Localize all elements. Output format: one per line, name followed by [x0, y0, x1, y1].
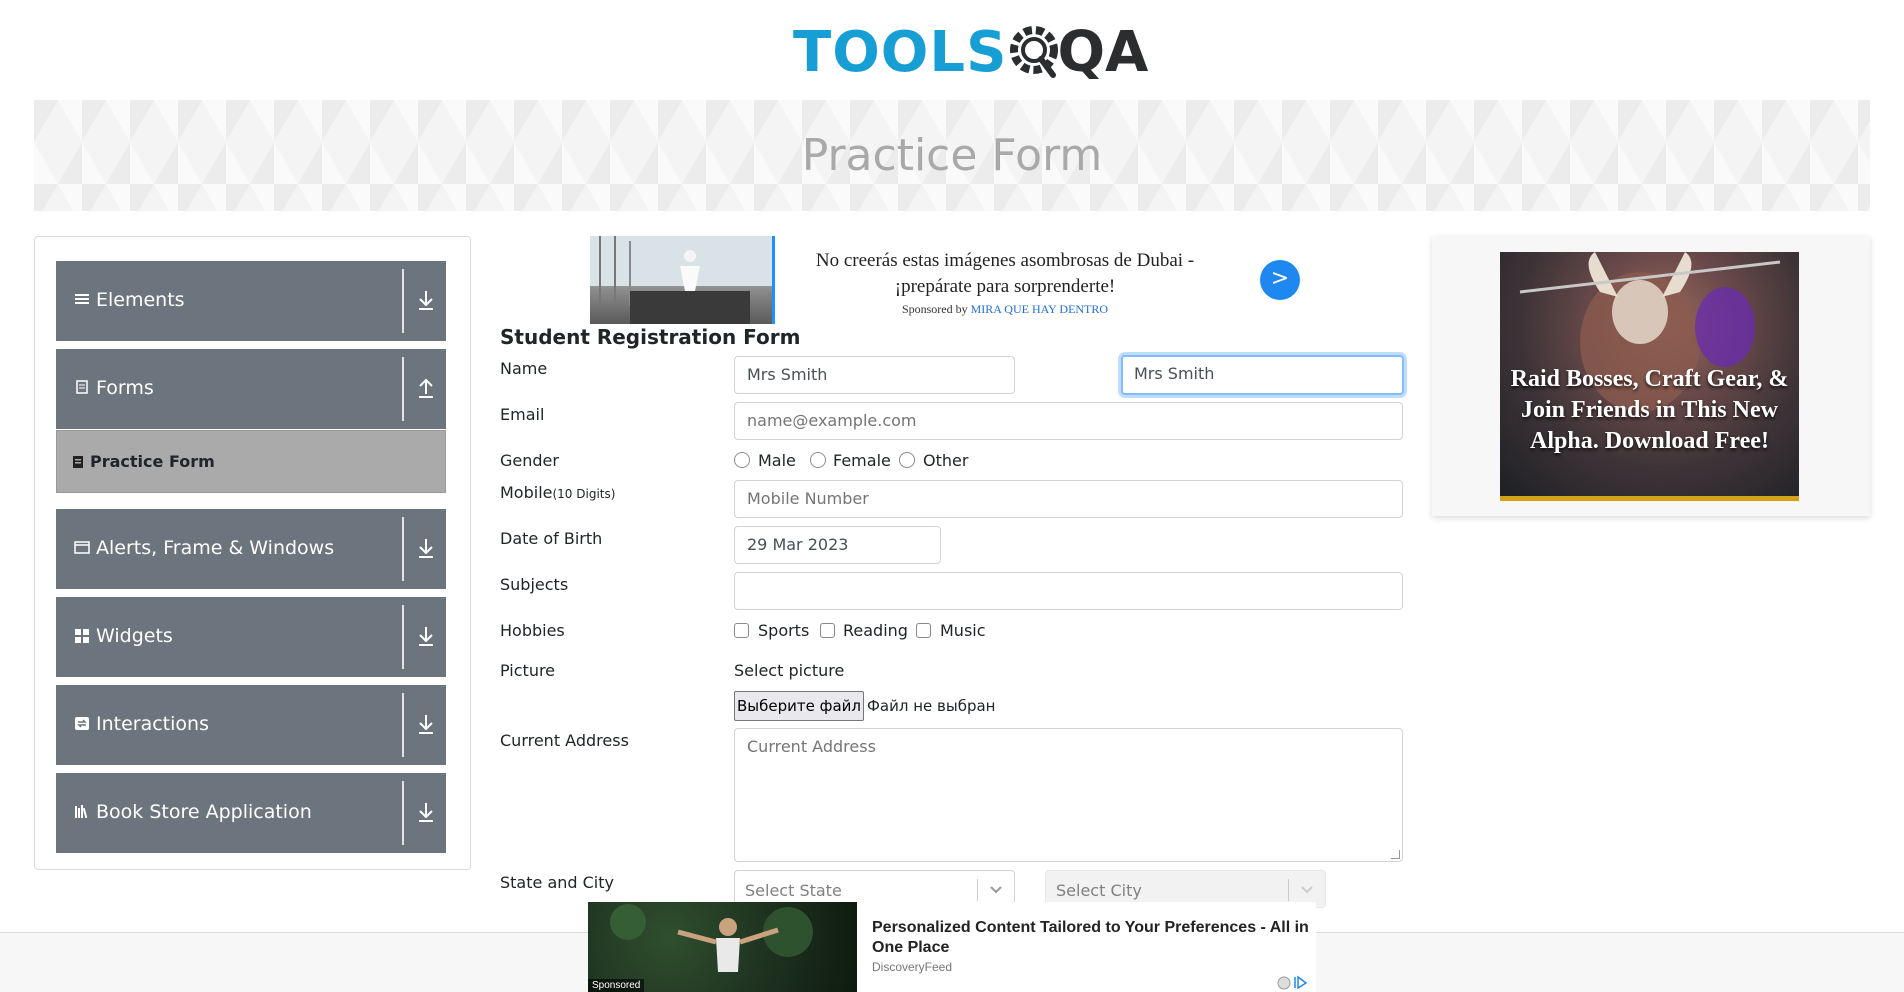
ad-brand-link[interactable]: MIRA QUE HAY DENTRO	[971, 302, 1108, 316]
window-icon	[73, 539, 91, 557]
gender-other-radio[interactable]	[899, 452, 915, 468]
ad-next-button[interactable]: >	[1260, 260, 1300, 300]
sidebar-group-label: Alerts, Frame & Windows	[96, 537, 335, 559]
ad-right-banner[interactable]: Raid Bosses, Craft Gear, & Join Friends …	[1432, 236, 1870, 516]
email-input[interactable]: name@example.com	[734, 402, 1403, 440]
ad-top-banner[interactable]: No creerás estas imágenes asombrosas de …	[590, 236, 1300, 324]
state-city-label: State and City	[500, 873, 614, 892]
ad-image[interactable]	[590, 236, 775, 324]
logo-qa-text: QA	[1057, 20, 1149, 85]
hobby-sports-checkbox[interactable]	[734, 623, 749, 638]
divider	[402, 693, 404, 757]
ad-image[interactable]: Raid Bosses, Craft Gear, & Join Friends …	[1500, 252, 1799, 501]
gender-male-radio[interactable]	[734, 452, 750, 468]
file-status: Файл не выбран	[867, 697, 996, 715]
hobby-reading-label[interactable]: Reading	[843, 621, 908, 640]
page-banner: Practice Form	[34, 100, 1870, 211]
divider	[402, 269, 404, 333]
sidebar: Elements Forms Practice Form Alerts, Fra…	[34, 236, 471, 870]
menu-icon	[73, 291, 91, 309]
divider	[402, 781, 404, 845]
choose-file-button[interactable]: Выберите файл	[734, 691, 864, 721]
current-address-textarea[interactable]: Current Address	[734, 728, 1403, 862]
divider	[977, 879, 978, 901]
gear-icon	[1010, 26, 1059, 78]
hobby-music-label[interactable]: Music	[940, 621, 986, 640]
picture-label: Picture	[500, 661, 556, 680]
sidebar-group-elements[interactable]: Elements	[56, 261, 446, 341]
hobby-music-checkbox[interactable]	[916, 623, 931, 638]
current-address-placeholder: Current Address	[747, 737, 876, 756]
last-name-input[interactable]: Mrs Smith	[1121, 355, 1404, 395]
chevron-down-icon[interactable]	[1299, 883, 1315, 897]
page-title: Practice Form	[801, 130, 1103, 181]
logo-tools-text: TOOLS	[793, 20, 1008, 85]
download-icon[interactable]	[411, 287, 441, 313]
widgets-icon	[73, 627, 91, 645]
form-title: Student Registration Form	[500, 325, 801, 349]
chevron-down-icon[interactable]	[988, 883, 1004, 897]
gender-female-radio[interactable]	[810, 452, 826, 468]
current-address-label: Current Address	[500, 731, 629, 750]
books-icon	[73, 803, 91, 821]
sidebar-group-label: Elements	[96, 289, 185, 311]
gender-male-label[interactable]: Male	[758, 451, 796, 470]
sidebar-group-label: Book Store Application	[96, 801, 312, 823]
sidebar-item-practice-form[interactable]: Practice Form	[56, 430, 446, 493]
mobile-input[interactable]: Mobile Number	[734, 480, 1403, 518]
divider	[402, 605, 404, 669]
mobile-label: Mobile(10 Digits)	[500, 483, 615, 502]
sidebar-group-alerts[interactable]: Alerts, Frame & Windows	[56, 509, 446, 589]
gender-female-label[interactable]: Female	[833, 451, 891, 470]
divider	[1288, 879, 1289, 901]
ad-title[interactable]: Personalized Content Tailored to Your Pr…	[872, 918, 1312, 958]
select-picture-label: Select picture	[734, 661, 845, 680]
dob-label: Date of Birth	[500, 529, 603, 548]
ad-source[interactable]: DiscoveryFeed	[872, 960, 952, 974]
hobbies-label: Hobbies	[500, 621, 565, 640]
sidebar-group-label: Widgets	[96, 625, 173, 647]
gender-other-label[interactable]: Other	[923, 451, 968, 470]
name-label: Name	[500, 359, 548, 378]
download-icon[interactable]	[411, 711, 441, 737]
state-select-value: Select State	[745, 881, 842, 900]
sidebar-group-forms[interactable]: Forms	[56, 349, 446, 429]
email-label: Email	[500, 405, 545, 424]
mobile-label-text: Mobile	[500, 483, 553, 502]
first-name-input[interactable]: Mrs Smith	[734, 356, 1015, 394]
document-icon	[73, 379, 91, 397]
ad-image[interactable]: Sponsored	[588, 902, 857, 992]
sidebar-group-interactions[interactable]: Interactions	[56, 685, 446, 765]
ad-bottom-banner[interactable]: Sponsored Personalized Content Tailored …	[588, 902, 1316, 992]
sidebar-item-label: Practice Form	[90, 452, 215, 471]
download-icon[interactable]	[411, 623, 441, 649]
ad-text[interactable]: Raid Bosses, Craft Gear, & Join Friends …	[1508, 364, 1791, 457]
upload-icon[interactable]	[411, 375, 441, 401]
hobby-sports-label[interactable]: Sports	[758, 621, 809, 640]
sidebar-group-label: Interactions	[96, 713, 209, 735]
ad-sponsor: Sponsored by MIRA QUE HAY DENTRO	[795, 302, 1215, 317]
ad-choices-icon[interactable]	[1276, 974, 1312, 990]
interactions-icon	[73, 715, 91, 733]
divider	[402, 357, 404, 421]
sponsored-badge: Sponsored	[588, 979, 645, 992]
divider	[402, 517, 404, 581]
subjects-label: Subjects	[500, 575, 569, 594]
practice-form-icon	[73, 456, 83, 468]
resize-handle[interactable]	[1391, 850, 1400, 859]
ad-text[interactable]: No creerás estas imágenes asombrosas de …	[795, 248, 1215, 300]
gender-label: Gender	[500, 451, 559, 470]
toolsqa-logo[interactable]: TOOLS QA	[793, 16, 1148, 90]
subjects-input[interactable]	[734, 572, 1403, 610]
sidebar-group-label: Forms	[96, 377, 154, 399]
sidebar-group-book-store[interactable]: Book Store Application	[56, 773, 446, 853]
sponsored-prefix: Sponsored by	[901, 302, 968, 316]
mobile-hint: (10 Digits)	[552, 487, 616, 501]
hobby-reading-checkbox[interactable]	[820, 623, 835, 638]
download-icon[interactable]	[411, 535, 441, 561]
city-select-value: Select City	[1056, 881, 1142, 900]
dob-input[interactable]: 29 Mar 2023	[734, 526, 941, 564]
sidebar-group-widgets[interactable]: Widgets	[56, 597, 446, 677]
download-icon[interactable]	[411, 799, 441, 825]
